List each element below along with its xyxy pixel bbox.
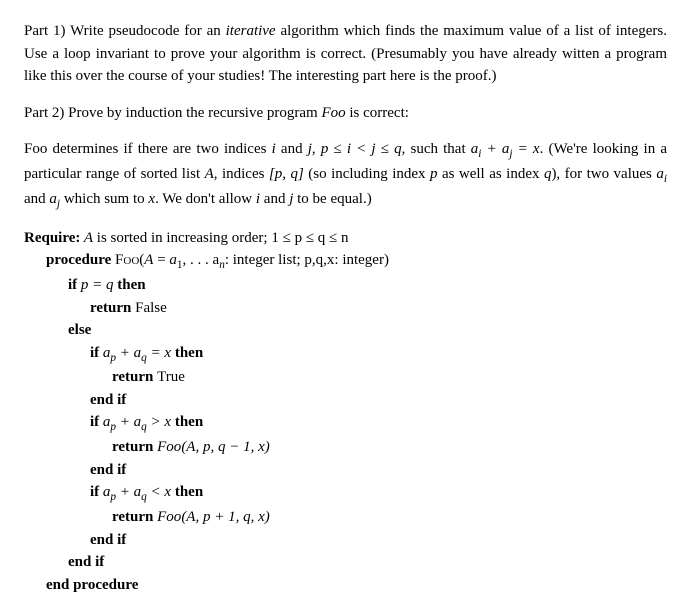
foo-call-1: Foo	[157, 439, 181, 455]
return-foo1-line: return Foo(A, p, q − 1, x)	[24, 436, 667, 459]
endif-keyword-3: end if	[90, 532, 126, 548]
desc-and2: and	[24, 191, 49, 207]
endif-1: end if	[24, 389, 667, 412]
procedure-name: Foo	[115, 252, 139, 268]
require-text2: is sorted in increasing order;	[93, 230, 271, 246]
desc-and1: and	[276, 141, 308, 157]
endif-2: end if	[24, 459, 667, 482]
endif-keyword-4: end if	[68, 554, 104, 570]
eq-x: = x	[512, 141, 539, 157]
desc-text7: . We don't allow	[155, 191, 256, 207]
if-keyword-3: if	[90, 414, 103, 430]
procedure-line: procedure Foo(A = a1, . . . an: integer …	[24, 249, 667, 274]
endif-keyword: end if	[90, 392, 126, 408]
part2-text1: Prove by induction the recursive program	[68, 105, 321, 121]
if-pq-line: if p = q then	[24, 274, 667, 297]
part1-text1: Write pseudocode for an	[70, 23, 225, 39]
else-line: else	[24, 319, 667, 342]
endif-3: end if	[24, 529, 667, 552]
require-A: A	[80, 230, 93, 246]
foo-call-2-args: (A, p + 1, q, x)	[181, 509, 269, 525]
desc-text6: which sum to	[60, 191, 148, 207]
proc-args: (A = a1, . . . an: integer list; p,q,x: …	[139, 252, 389, 268]
require-cond: 1 ≤ p ≤ q ≤ n	[271, 230, 348, 246]
if-lt-line: if ap + aq < x then	[24, 481, 667, 506]
foo-name: Foo	[321, 105, 345, 121]
end-procedure-line: end procedure	[24, 574, 667, 597]
then-keyword-4: then	[171, 484, 203, 500]
part2-label: Part 2)	[24, 105, 68, 121]
desc-text4: as well as index	[437, 166, 543, 182]
desc-text: Foo determines if there are two indices	[24, 141, 272, 157]
return-keyword-2: return	[112, 369, 157, 385]
cond-expr: p ≤ i < j ≤ q	[321, 141, 402, 157]
desc-such: , such that	[402, 141, 471, 157]
eq-x-cond: = x	[147, 345, 171, 361]
proc-args2: , . . . a	[183, 252, 220, 268]
return-false-line: return False	[24, 297, 667, 320]
end-procedure-keyword: end procedure	[46, 577, 138, 593]
foo-call-2: Foo	[157, 509, 181, 525]
gt-x: > x	[147, 414, 171, 430]
iterative-word: iterative	[226, 23, 276, 39]
if-keyword: if	[68, 277, 81, 293]
plus-a: + a	[481, 141, 509, 157]
plus-aq-3: + a	[116, 484, 141, 500]
part1-label: Part 1)	[24, 23, 70, 39]
proc-A: A	[144, 252, 153, 268]
false-value: False	[135, 300, 167, 316]
desc-and3: and	[260, 191, 289, 207]
desc-text8: to be equal.)	[293, 191, 371, 207]
var-A: A	[205, 166, 214, 182]
plus-aq: + a	[116, 345, 141, 361]
lt-x: < x	[147, 484, 171, 500]
procedure-keyword: procedure	[46, 252, 115, 268]
require-label: Require:	[24, 230, 80, 246]
part1-paragraph: Part 1) Write pseudocode for an iterativ…	[24, 20, 667, 88]
require-line: Require: A is sorted in increasing order…	[24, 227, 667, 250]
if-keyword-2: if	[90, 345, 103, 361]
desc-text3: (so including index	[304, 166, 430, 182]
then-keyword-3: then	[171, 414, 203, 430]
return-foo2-line: return Foo(A, p + 1, q, x)	[24, 506, 667, 529]
return-true-line: return True	[24, 366, 667, 389]
if-gt-line: if ap + aq > x then	[24, 411, 667, 436]
var-ai: a	[656, 166, 664, 182]
algorithm-block: Require: A is sorted in increasing order…	[24, 227, 667, 597]
proc-args3: : integer list; p,q,x: integer)	[225, 252, 389, 268]
endif-outer: end if	[24, 551, 667, 574]
var-aj: a	[49, 191, 57, 207]
description-paragraph: Foo determines if there are two indices …	[24, 138, 667, 213]
then-keyword: then	[114, 277, 146, 293]
else-keyword: else	[68, 322, 91, 338]
endif-keyword-2: end if	[90, 462, 126, 478]
plus-aq-2: + a	[116, 414, 141, 430]
if-eq-line: if ap + aq = x then	[24, 342, 667, 367]
return-keyword-3: return	[112, 439, 157, 455]
then-keyword-2: then	[171, 345, 203, 361]
part2-paragraph: Part 2) Prove by induction the recursive…	[24, 102, 667, 125]
desc-comma: ,	[312, 141, 321, 157]
foo-call-1-args: (A, p, q − 1, x)	[181, 439, 269, 455]
return-keyword: return	[90, 300, 135, 316]
if-keyword-4: if	[90, 484, 103, 500]
if1-cond: p = q	[81, 277, 114, 293]
desc-text5: ), for two values	[551, 166, 656, 182]
proc-a1: a	[169, 252, 177, 268]
true-value: True	[157, 369, 185, 385]
part2-text2: is correct:	[346, 105, 409, 121]
return-keyword-4: return	[112, 509, 157, 525]
desc-text2: , indices	[214, 166, 269, 182]
ai-sub: i	[664, 173, 667, 185]
range-pq: [p, q]	[269, 166, 304, 182]
